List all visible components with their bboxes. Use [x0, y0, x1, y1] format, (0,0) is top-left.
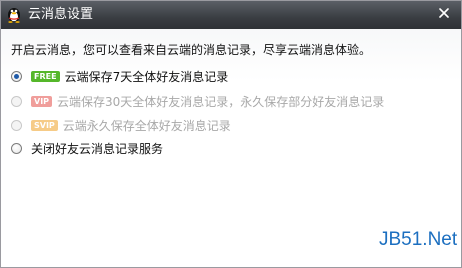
cloud-message-settings-window: 云消息设置 开启云消息，您可以查看来自云端的消息记录，尽享云端消息体验。 FRE… [0, 0, 462, 268]
free-badge: FREE [31, 70, 60, 82]
option-free-7days[interactable]: FREE 云端保存7天全体好友消息记录 [11, 68, 228, 84]
intro-text: 开启云消息，您可以查看来自云端的消息记录，尽享云端消息体验。 [11, 43, 372, 57]
svip-badge: SVIP [31, 119, 58, 131]
close-button[interactable] [433, 4, 455, 22]
option-vip-30days[interactable]: VIP 云端保存30天全体好友消息记录，永久保存部分好友消息记录 [11, 93, 384, 109]
option-disable-label: 关闭好友云消息记录服务 [31, 141, 164, 156]
radio-disable-service[interactable] [11, 142, 22, 154]
title-bar[interactable]: 云消息设置 [1, 1, 461, 29]
close-icon [439, 8, 449, 18]
vip-badge: VIP [31, 95, 53, 107]
option-free-label: 云端保存7天全体好友消息记录 [64, 69, 229, 84]
watermark: JB51.Net [379, 229, 458, 250]
radio-vip-30days[interactable] [11, 95, 22, 107]
option-disable-service[interactable]: 关闭好友云消息记录服务 [11, 140, 163, 156]
option-svip-label: 云端永久保存全体好友消息记录 [62, 118, 231, 133]
radio-svip-permanent[interactable] [11, 119, 22, 131]
qq-penguin-icon [8, 8, 20, 23]
window-title: 云消息设置 [28, 7, 94, 22]
radio-free-7days[interactable] [11, 70, 22, 82]
option-svip-permanent[interactable]: SVIP 云端永久保存全体好友消息记录 [11, 117, 231, 133]
option-vip-label: 云端保存30天全体好友消息记录，永久保存部分好友消息记录 [57, 94, 385, 109]
